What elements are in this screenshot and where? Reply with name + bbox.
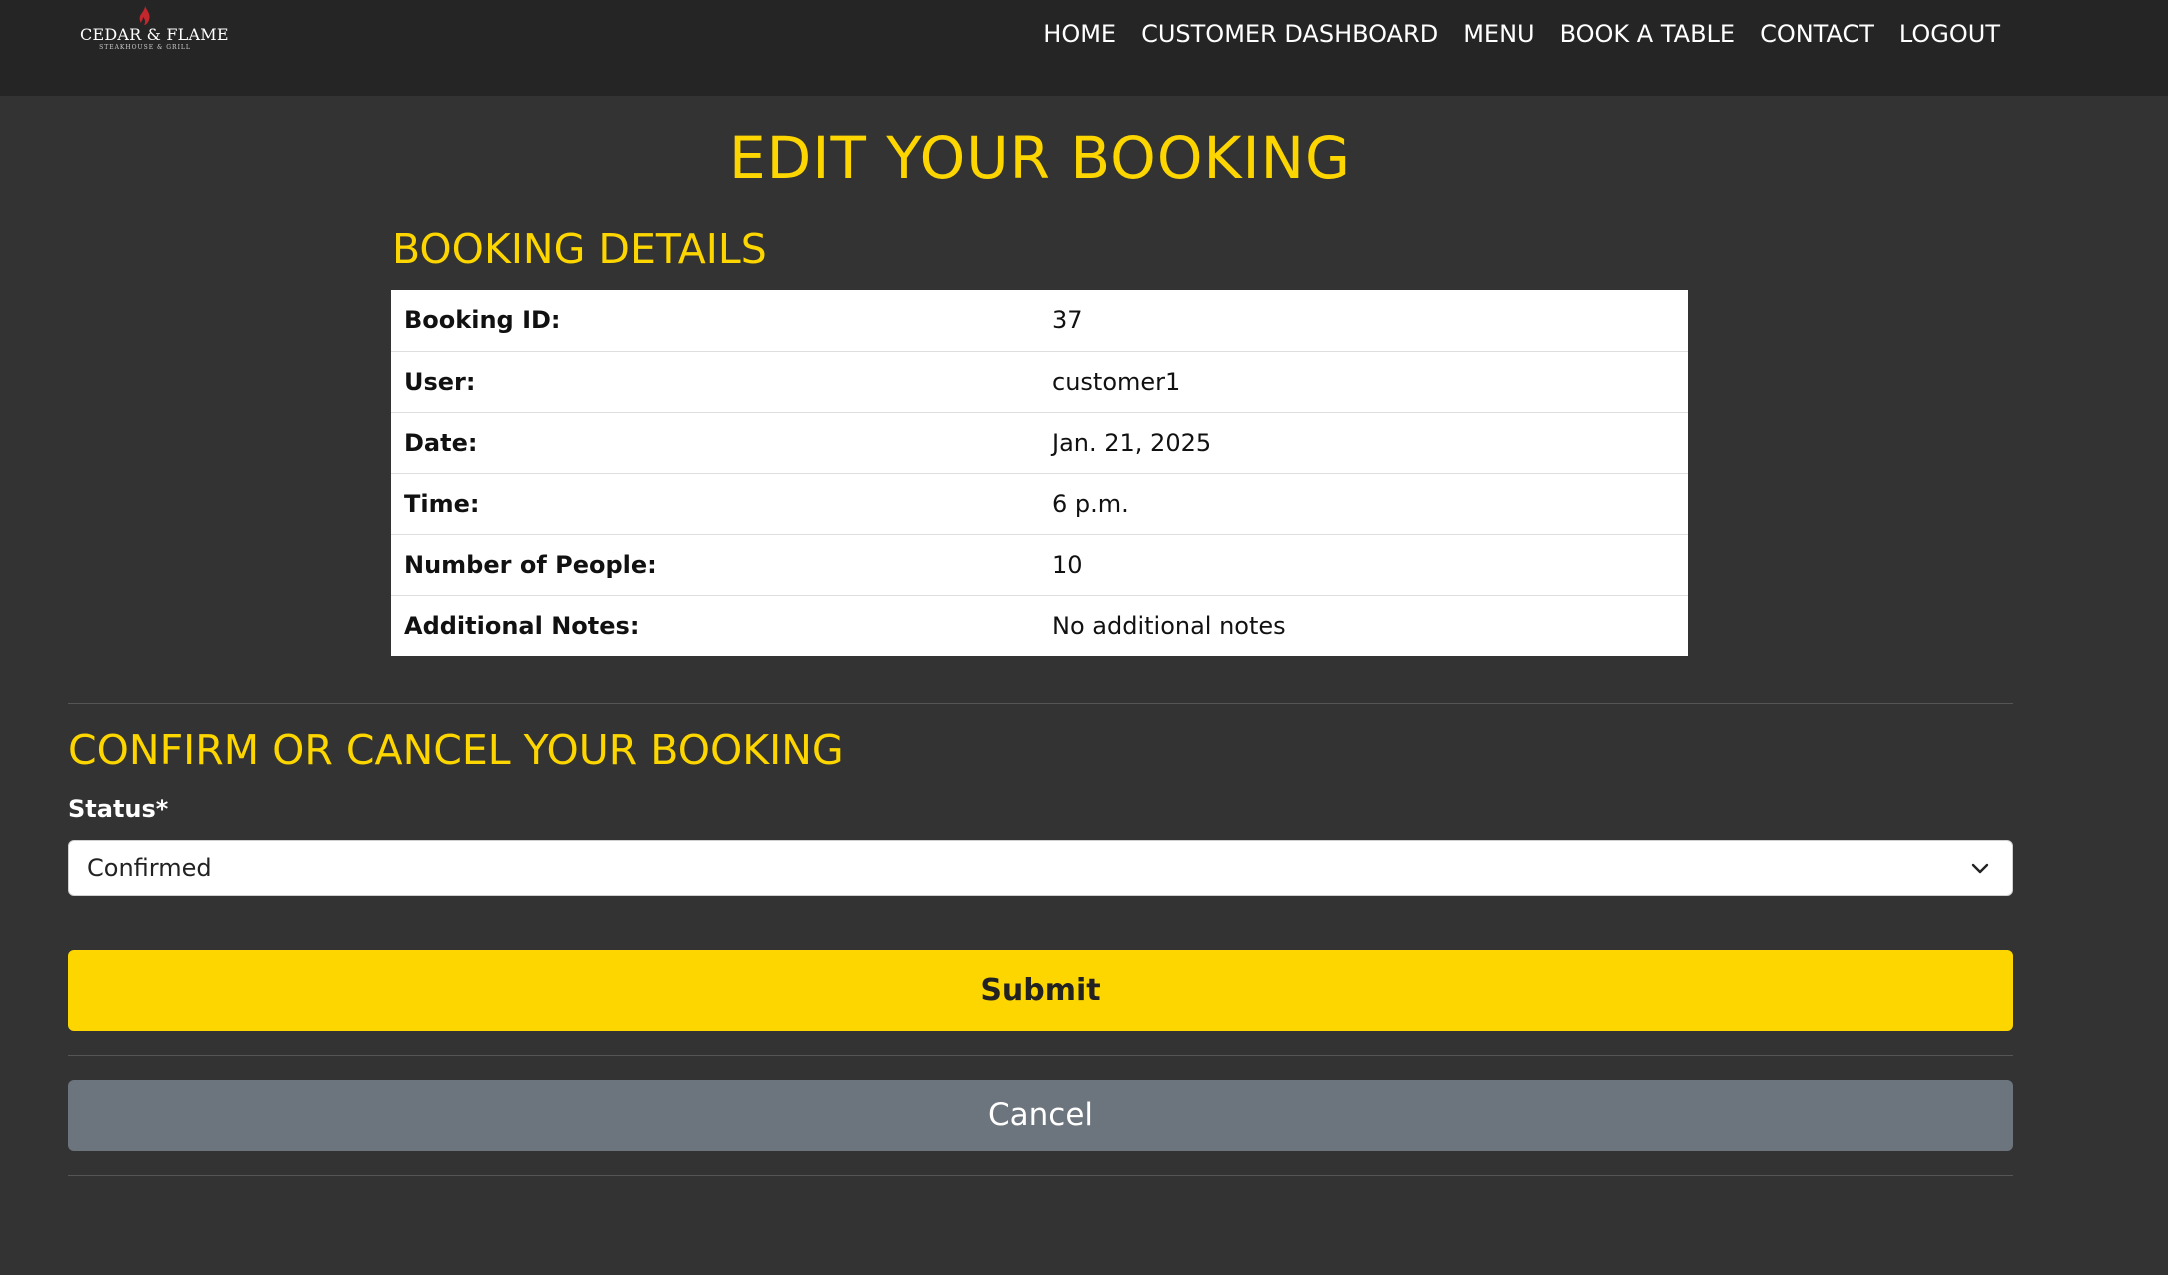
button-divider [68, 1055, 2013, 1056]
booking-id-label: Booking ID: [404, 306, 561, 335]
nav-link-home[interactable]: HOME [1043, 20, 1116, 48]
confirm-cancel-heading: CONFIRM OR CANCEL YOUR BOOKING [68, 726, 844, 774]
additional-notes-label: Additional Notes: [404, 611, 640, 640]
table-row: Booking ID: 37 [391, 290, 1688, 351]
cancel-button[interactable]: Cancel [68, 1080, 2013, 1151]
additional-notes-value: No additional notes [1052, 611, 1286, 640]
nav-link-customer-dashboard[interactable]: CUSTOMER DASHBOARD [1141, 20, 1438, 48]
booking-id-value: 37 [1052, 306, 1083, 335]
footer-divider [68, 1175, 2013, 1176]
table-row: Time: 6 p.m. [391, 473, 1688, 534]
nav-link-contact[interactable]: CONTACT [1760, 20, 1874, 48]
submit-button[interactable]: Submit [68, 950, 2013, 1031]
table-row: Additional Notes: No additional notes [391, 595, 1688, 656]
table-row: User: customer1 [391, 351, 1688, 412]
chevron-down-icon [1971, 863, 1989, 874]
flame-icon [139, 6, 150, 25]
date-value: Jan. 21, 2025 [1052, 428, 1212, 457]
time-label: Time: [404, 489, 480, 518]
table-row: Date: Jan. 21, 2025 [391, 412, 1688, 473]
date-label: Date: [404, 428, 478, 457]
nav-link-menu[interactable]: MENU [1463, 20, 1534, 48]
brand-name: Cedar & Flame [80, 25, 229, 44]
section-divider [68, 703, 2013, 704]
number-of-people-value: 10 [1052, 550, 1083, 579]
brand-logo[interactable]: Cedar & Flame STEAKHOUSE & GRILL [80, 6, 229, 58]
booking-details-table: Booking ID: 37 User: customer1 Date: Jan… [391, 290, 1688, 656]
table-row: Number of People: 10 [391, 534, 1688, 595]
nav-link-book-a-table[interactable]: BOOK A TABLE [1560, 20, 1735, 48]
page-title: EDIT YOUR BOOKING [729, 124, 1351, 192]
nav-link-logout[interactable]: LOGOUT [1899, 20, 2000, 48]
status-label: Status* [68, 795, 169, 823]
time-value: 6 p.m. [1052, 489, 1129, 518]
booking-details-heading: BOOKING DETAILS [392, 225, 767, 273]
status-select[interactable]: Confirmed [68, 840, 2013, 896]
status-select-value: Confirmed [87, 854, 212, 882]
navbar: Cedar & Flame STEAKHOUSE & GRILL HOME CU… [0, 0, 2168, 96]
user-value: customer1 [1052, 367, 1181, 396]
user-label: User: [404, 367, 476, 396]
nav-menu: HOME CUSTOMER DASHBOARD MENU BOOK A TABL… [1018, 0, 2000, 68]
number-of-people-label: Number of People: [404, 550, 657, 579]
brand-tagline: STEAKHOUSE & GRILL [99, 44, 191, 51]
